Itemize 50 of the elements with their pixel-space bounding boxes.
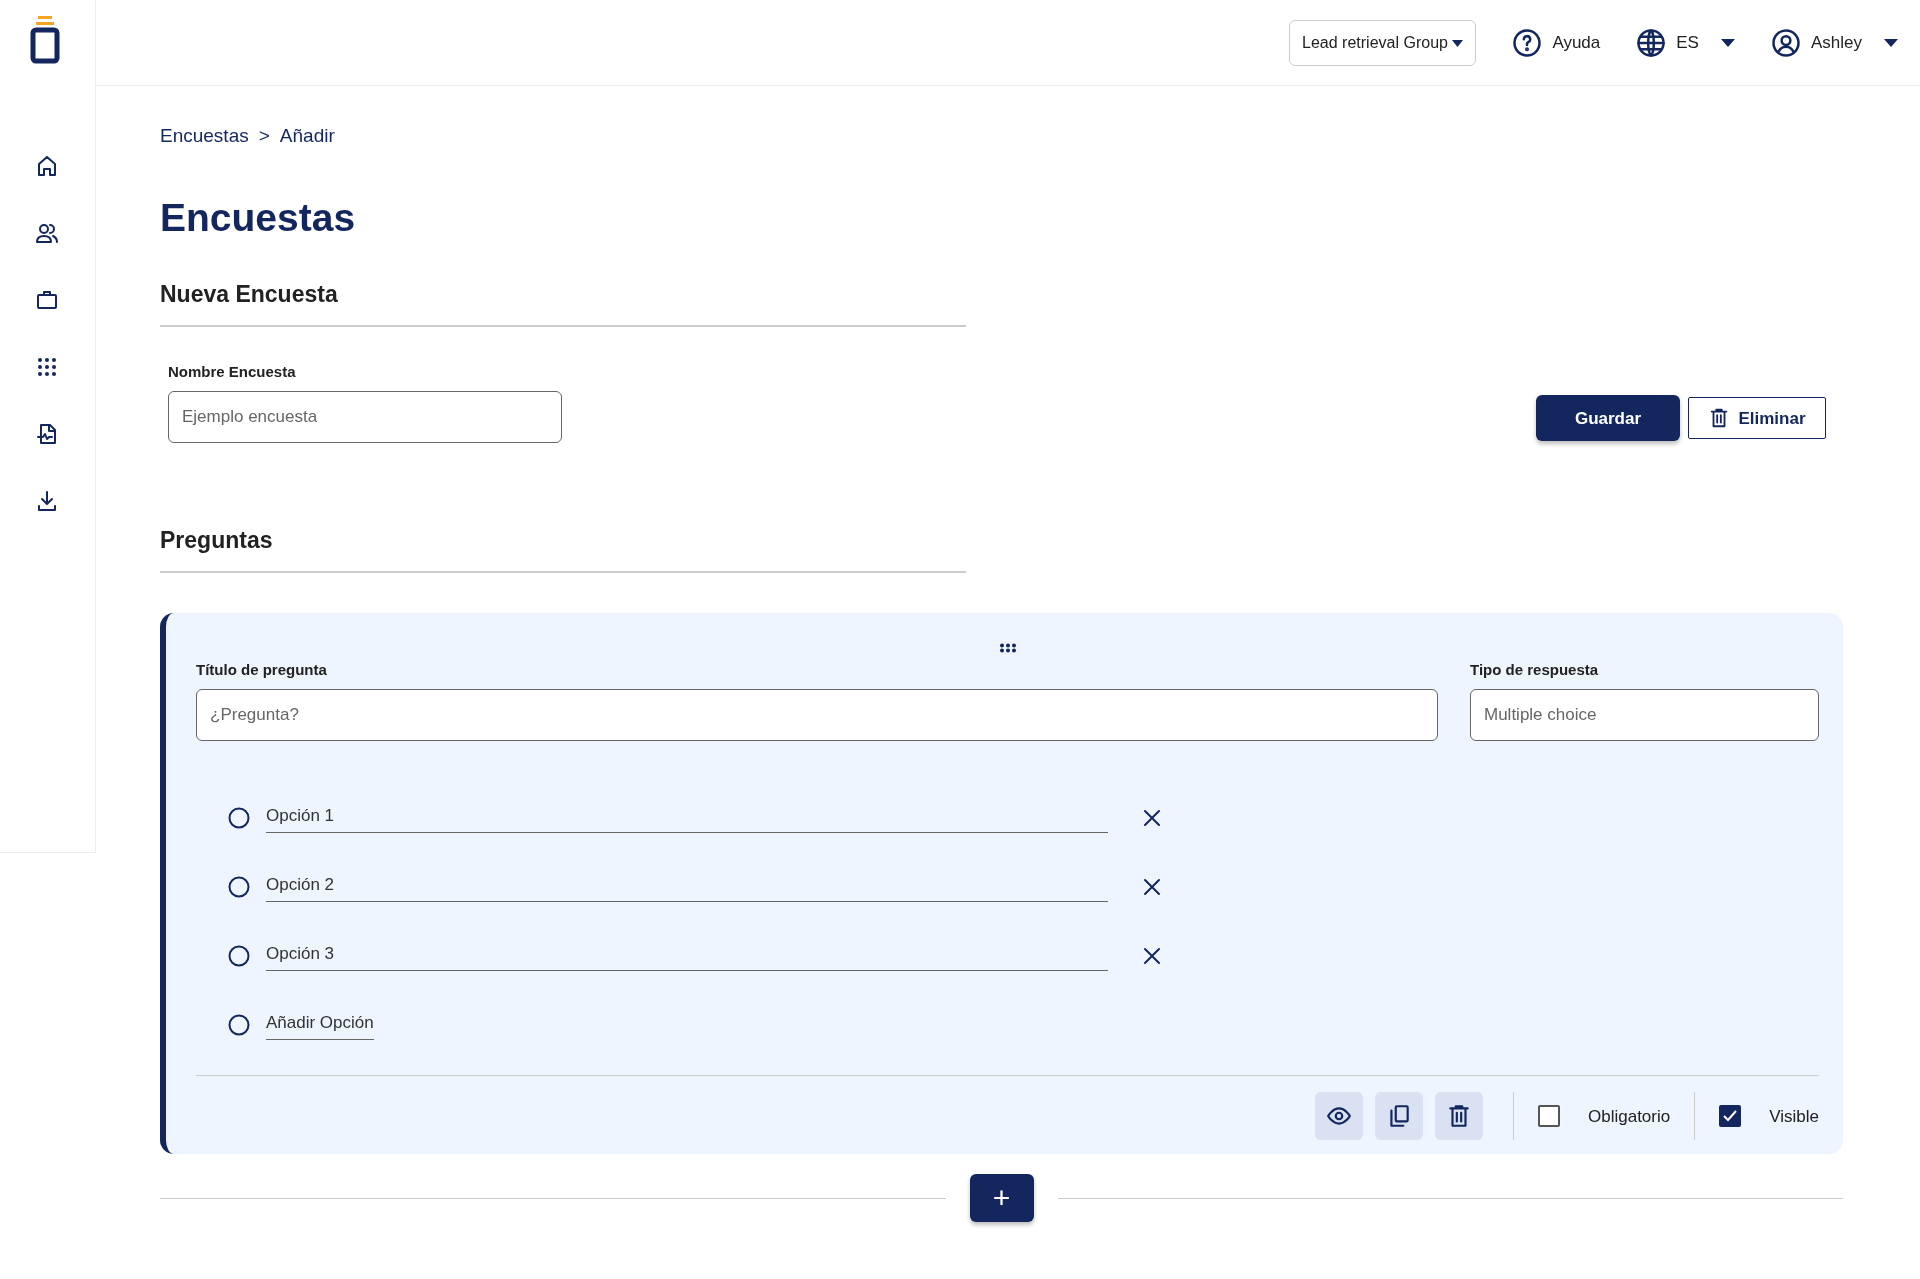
drag-handle-icon[interactable] <box>998 643 1017 653</box>
field-label: Nombre Encuesta <box>168 361 297 382</box>
language-dropdown[interactable]: ES <box>1636 27 1735 58</box>
preview-button[interactable] <box>1315 1092 1363 1141</box>
breadcrumb-current: Añadir <box>279 124 335 148</box>
option-field[interactable]: Opción 3 <box>266 940 1108 972</box>
home-icon <box>35 154 59 178</box>
add-option-link[interactable]: Añadir Opción <box>266 1009 374 1041</box>
checkmark-icon <box>1723 1110 1738 1123</box>
logo-icon <box>30 14 60 64</box>
delete-button[interactable]: Eliminar <box>1688 397 1826 440</box>
help-link[interactable]: Ayuda <box>1512 27 1601 58</box>
radio-button[interactable] <box>228 807 250 829</box>
option-field[interactable]: Opción 2 <box>266 871 1108 903</box>
option-field[interactable]: Opción 1 <box>266 802 1108 834</box>
add-question-button[interactable]: + <box>969 1174 1034 1223</box>
section-title: Nueva Encuesta <box>160 281 339 309</box>
page-title: Encuestas <box>160 194 357 241</box>
help-icon <box>1512 27 1543 58</box>
trash-icon <box>1446 1103 1472 1130</box>
checkbox[interactable] <box>1538 1105 1560 1128</box>
document-pulse-icon <box>35 422 59 446</box>
radio-button[interactable] <box>228 945 250 967</box>
section-title: Preguntas <box>160 527 274 555</box>
breadcrumb-separator: > <box>258 124 270 148</box>
answer-type-field[interactable]: Multiple choice <box>1470 689 1819 742</box>
checkbox-label: Obligatorio <box>1588 1105 1671 1128</box>
checkbox[interactable] <box>1719 1105 1742 1128</box>
users-icon <box>35 221 59 245</box>
caret-icon <box>1884 38 1898 47</box>
radio-button[interactable] <box>228 876 250 898</box>
user-avatar-icon <box>1770 27 1801 58</box>
download-icon <box>35 489 59 513</box>
caret-icon <box>1452 39 1464 47</box>
user-menu[interactable]: Ashley <box>1770 27 1898 58</box>
field-label: Tipo de respuesta <box>1470 660 1600 680</box>
group-dropdown[interactable]: Lead retrieval Group <box>1289 19 1477 66</box>
apps-grid-icon <box>35 355 59 379</box>
save-button[interactable]: Guardar <box>1536 395 1680 442</box>
briefcase-icon <box>35 288 59 312</box>
question-title-field[interactable]: ¿Pregunta? <box>196 689 1438 742</box>
caret-icon <box>1720 38 1735 47</box>
globe-icon <box>1636 27 1667 58</box>
checkbox-label: Visible <box>1769 1105 1819 1128</box>
survey-name-field[interactable]: Ejemplo encuesta <box>168 391 562 444</box>
field-label: Título de pregunta <box>196 660 328 680</box>
breadcrumb-link[interactable]: Encuestas <box>160 122 249 151</box>
duplicate-button[interactable] <box>1375 1092 1423 1141</box>
radio-button[interactable] <box>228 1014 250 1036</box>
delete-question-button[interactable] <box>1435 1092 1483 1141</box>
